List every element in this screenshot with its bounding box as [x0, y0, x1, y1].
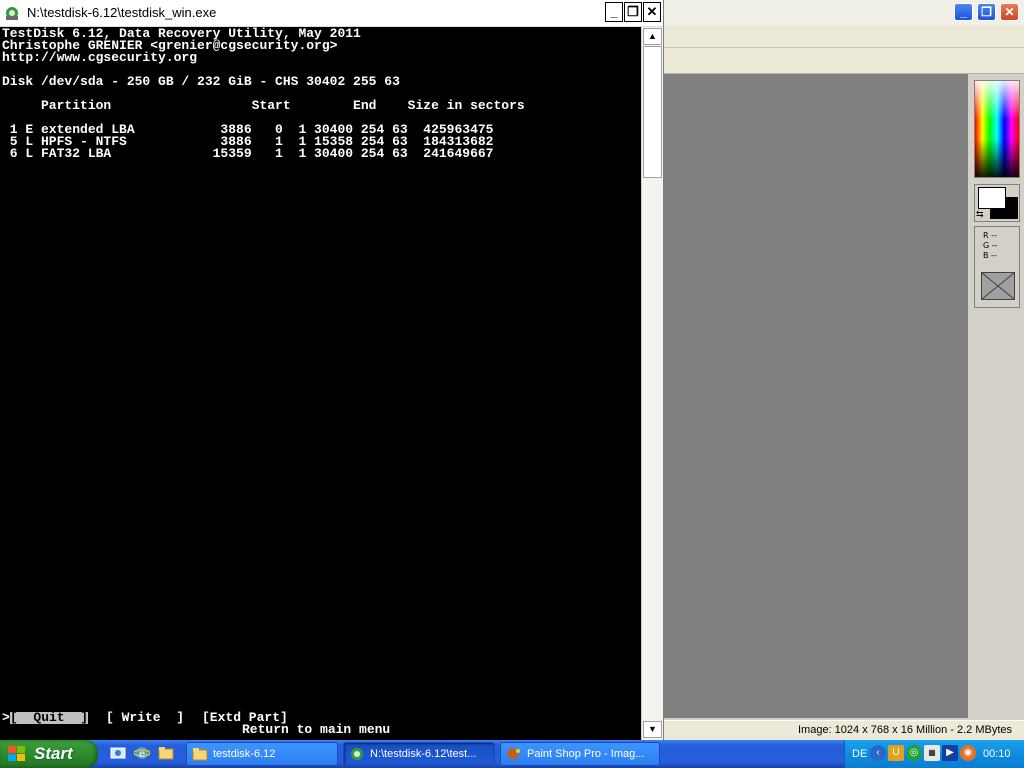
console-close-button[interactable]: ✕: [643, 2, 661, 22]
tray-collapse-icon[interactable]: ‹: [870, 745, 886, 761]
scrollbar-thumb[interactable]: [643, 46, 662, 178]
foreground-color-swatch[interactable]: [978, 187, 1006, 209]
tray-scan-icon[interactable]: ▦: [924, 745, 940, 761]
console-scrollbar[interactable]: ▲ ▼: [642, 27, 663, 740]
start-button[interactable]: Start: [0, 740, 98, 768]
paintshop-statusbar: Image: 1024 x 768 x 16 Million - 2.2 MBy…: [664, 720, 1024, 741]
clock: 00:10: [983, 748, 1011, 760]
rgb-blue: B --: [983, 251, 997, 260]
menu-hint: Return to main menu: [242, 722, 391, 737]
ie-icon[interactable]: e: [133, 745, 151, 761]
console-restore-button[interactable]: ❐: [624, 2, 642, 22]
quit-menu-item[interactable]: [ Quit ]: [10, 711, 89, 724]
color-palette: ⇆ R -- G -- B --: [968, 74, 1024, 718]
color-spectrum[interactable]: [974, 80, 1020, 178]
paintshop-menubar[interactable]: [664, 25, 1024, 48]
explorer-icon[interactable]: [158, 745, 174, 761]
console-titlebar[interactable]: N:\testdisk-6.12\testdisk_win.exe _ ❐ ✕: [0, 0, 663, 27]
tray-update-icon[interactable]: ◉: [960, 745, 976, 761]
network-icon[interactable]: ◎: [906, 745, 922, 761]
rgb-green: G --: [983, 241, 998, 250]
swap-colors-icon[interactable]: ⇆: [976, 209, 984, 219]
paintshop-workspace[interactable]: [664, 74, 968, 718]
system-tray: DE ‹ U ◎ ▦ ▶ ◉ 00:10: [844, 740, 1024, 768]
taskbar: Start e testdisk-6.12 N:\testdisk-6.12\t…: [0, 740, 1024, 768]
scroll-up-icon[interactable]: ▲: [643, 28, 662, 45]
image-info: Image: 1024 x 768 x 16 Million - 2.2 MBy…: [798, 724, 1012, 736]
console-app-icon[interactable]: [4, 5, 20, 21]
paintshop-minimize-button[interactable]: _: [954, 3, 973, 21]
null-color-icon[interactable]: [981, 272, 1015, 300]
color-swatches[interactable]: ⇆: [974, 184, 1020, 222]
menu-cursor: >: [2, 710, 10, 725]
disk-info: Disk /dev/sda - 250 GB / 232 GiB - CHS 3…: [2, 74, 400, 89]
write-menu-item[interactable]: [ Write ]: [106, 711, 184, 724]
console-icon: [349, 747, 365, 761]
media-play-icon[interactable]: ▶: [942, 745, 958, 761]
svg-text:e: e: [139, 749, 145, 760]
partition-table-header: Partition Start End Size in sectors: [2, 98, 525, 113]
paintshop-restore-button[interactable]: ❐: [977, 3, 996, 21]
partition-row[interactable]: 6 L FAT32 LBA 15359 1 1 30400 254 63 241…: [2, 147, 494, 160]
language-indicator[interactable]: DE: [852, 747, 867, 761]
task-testdisk-console[interactable]: N:\testdisk-6.12\test...: [343, 742, 495, 766]
show-desktop-icon[interactable]: [110, 745, 126, 761]
testdisk-console-window[interactable]: N:\testdisk-6.12\testdisk_win.exe _ ❐ ✕ …: [0, 0, 663, 740]
paintshop-icon: [506, 747, 522, 761]
rgb-readout: R -- G -- B --: [974, 226, 1020, 308]
folder-icon: [192, 747, 208, 761]
scroll-down-icon[interactable]: ▼: [643, 721, 662, 738]
task-testdisk-folder[interactable]: testdisk-6.12: [186, 742, 338, 766]
terminal-screen[interactable]: TestDisk 6.12, Data Recovery Utility, Ma…: [0, 27, 641, 740]
console-title: N:\testdisk-6.12\testdisk_win.exe: [27, 5, 217, 20]
paintshop-titlebar[interactable]: _ ❐ ✕: [664, 0, 1024, 25]
windows-logo-icon: [8, 746, 26, 762]
paintshop-window[interactable]: _ ❐ ✕ ⇆ R -- G -- B -- Image: 1024 x 768…: [664, 0, 1024, 741]
rgb-red: R --: [983, 231, 997, 240]
console-minimize-button[interactable]: _: [605, 2, 623, 22]
paintshop-toolbar[interactable]: [664, 48, 1024, 74]
task-label: Paint Shop Pro - Imag...: [527, 748, 645, 760]
task-label: testdisk-6.12: [213, 748, 276, 760]
paintshop-close-button[interactable]: ✕: [1000, 3, 1019, 21]
task-paintshop[interactable]: Paint Shop Pro - Imag...: [500, 742, 660, 766]
start-label: Start: [34, 744, 73, 763]
task-label: N:\testdisk-6.12\test...: [370, 748, 477, 760]
header-line-3: http://www.cgsecurity.org: [2, 50, 198, 65]
tray-app-icon[interactable]: U: [888, 745, 904, 761]
